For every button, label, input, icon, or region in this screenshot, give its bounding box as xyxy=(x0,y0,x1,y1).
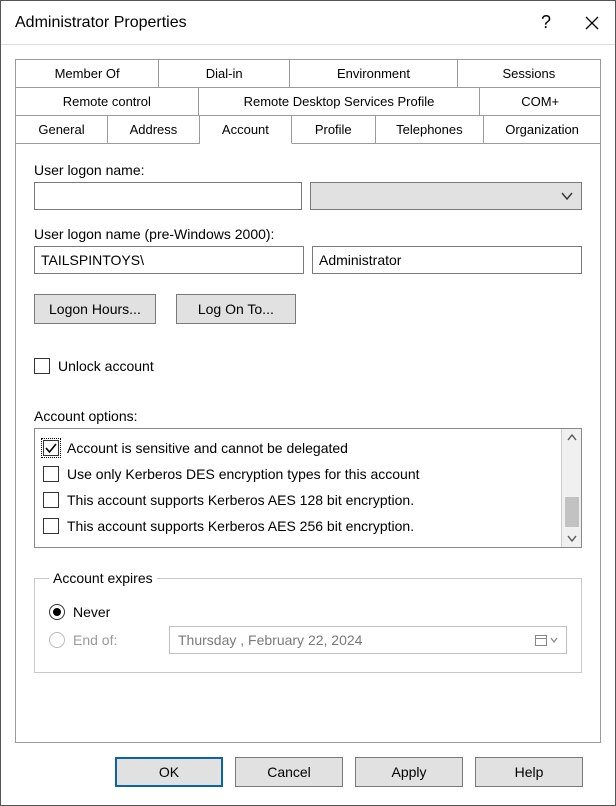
tab-member-of[interactable]: Member Of xyxy=(16,60,159,88)
titlebar: Administrator Properties ? xyxy=(1,1,615,45)
tab-organization[interactable]: Organization xyxy=(484,116,600,144)
logon-name-input[interactable] xyxy=(34,182,302,210)
log-on-to-button[interactable]: Log On To... xyxy=(176,294,296,324)
logon-pre2000-label: User logon name (pre-Windows 2000): xyxy=(34,226,582,242)
unlock-account-checkbox[interactable] xyxy=(34,358,50,374)
account-expires-group: Account expires Never End of: Thursday ,… xyxy=(34,570,582,673)
expires-endof-radio[interactable] xyxy=(49,632,65,648)
expires-never-label: Never xyxy=(73,604,110,620)
tab-dial-in[interactable]: Dial-in xyxy=(159,60,290,88)
logon-name-label: User logon name: xyxy=(34,162,582,178)
options-scrollbar[interactable] xyxy=(561,429,581,547)
properties-dialog: Administrator Properties ? Member Of Dia… xyxy=(0,0,616,806)
tab-telephones[interactable]: Telephones xyxy=(376,116,485,144)
ok-button[interactable]: OK xyxy=(115,757,223,787)
logon-hours-button[interactable]: Logon Hours... xyxy=(34,294,156,324)
scroll-down-icon[interactable] xyxy=(565,531,579,545)
tab-sessions[interactable]: Sessions xyxy=(458,60,600,88)
cancel-button[interactable]: Cancel xyxy=(235,757,343,787)
account-options-label: Account options: xyxy=(34,408,582,424)
option-label: Account is sensitive and cannot be deleg… xyxy=(67,440,348,456)
account-expires-legend: Account expires xyxy=(49,570,157,586)
option-checkbox-aes128[interactable] xyxy=(43,492,59,508)
account-options-listbox: Account is sensitive and cannot be deleg… xyxy=(34,428,582,548)
tab-general[interactable]: General xyxy=(16,116,108,144)
list-item: Use only Kerberos DES encryption types f… xyxy=(43,461,553,487)
apply-button[interactable]: Apply xyxy=(355,757,463,787)
tab-com-plus[interactable]: COM+ xyxy=(480,88,600,116)
tab-profile[interactable]: Profile xyxy=(292,116,376,144)
list-item: This account supports Kerberos AES 256 b… xyxy=(43,513,553,539)
upn-suffix-dropdown[interactable] xyxy=(310,182,582,210)
unlock-account-label: Unlock account xyxy=(58,358,154,374)
content-area: Member Of Dial-in Environment Sessions R… xyxy=(1,45,615,805)
help-button[interactable]: Help xyxy=(475,757,583,787)
tab-account[interactable]: Account xyxy=(200,116,292,144)
option-checkbox-aes256[interactable] xyxy=(43,518,59,534)
list-item: This account supports Kerberos AES 128 b… xyxy=(43,487,553,513)
option-label: Use only Kerberos DES encryption types f… xyxy=(67,466,420,482)
tab-container: Member Of Dial-in Environment Sessions R… xyxy=(15,59,601,144)
help-icon[interactable]: ? xyxy=(523,1,569,45)
pre2000-user-input[interactable] xyxy=(312,246,582,274)
chevron-down-icon xyxy=(561,190,573,202)
account-panel: User logon name: User logon name (pre-Wi… xyxy=(15,144,601,743)
close-icon[interactable] xyxy=(569,1,615,45)
tab-remote-control[interactable]: Remote control xyxy=(16,88,199,116)
expires-date-picker[interactable]: Thursday , February 22, 2024 xyxy=(169,626,567,654)
expires-date-value: Thursday , February 22, 2024 xyxy=(178,632,362,648)
expires-never-radio[interactable] xyxy=(49,604,65,620)
scroll-thumb[interactable] xyxy=(565,497,579,527)
tab-address[interactable]: Address xyxy=(108,116,200,144)
list-item: Account is sensitive and cannot be deleg… xyxy=(43,435,553,461)
option-label: This account supports Kerberos AES 128 b… xyxy=(67,492,414,508)
scroll-up-icon[interactable] xyxy=(565,431,579,445)
window-title: Administrator Properties xyxy=(15,14,523,32)
tab-remote-desktop[interactable]: Remote Desktop Services Profile xyxy=(199,88,481,116)
option-checkbox-sensitive[interactable] xyxy=(43,440,59,456)
expires-endof-label: End of: xyxy=(73,632,161,648)
option-label: This account supports Kerberos AES 256 b… xyxy=(67,518,414,534)
dialog-footer: OK Cancel Apply Help xyxy=(15,743,601,805)
calendar-icon xyxy=(534,633,548,647)
tab-environment[interactable]: Environment xyxy=(290,60,458,88)
pre2000-domain-input[interactable] xyxy=(34,246,304,274)
option-checkbox-des[interactable] xyxy=(43,466,59,482)
chevron-down-icon xyxy=(550,636,558,644)
